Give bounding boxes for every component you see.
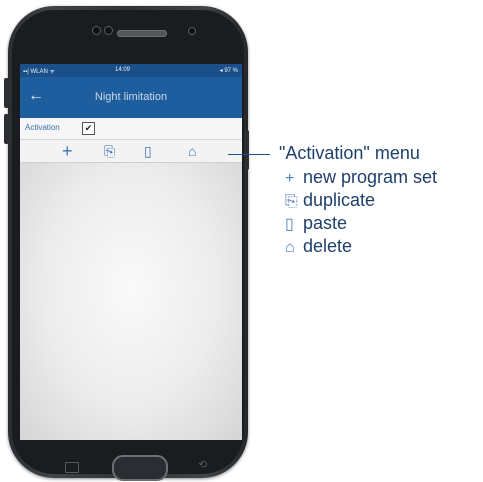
- status-bar: ▪▪| WLAN ᯤ 14:09 ◂ 97 %: [20, 64, 242, 77]
- activation-menu-toolbar: + ⎘ ▯ ⌂: [20, 140, 242, 163]
- recent-apps-icon[interactable]: [65, 462, 79, 473]
- duplicate-icon: ⎘: [285, 193, 298, 210]
- phone-screen: ▪▪| WLAN ᯤ 14:09 ◂ 97 % ← Night limitati…: [20, 64, 242, 440]
- front-camera: [104, 26, 113, 35]
- earpiece-speaker: [117, 30, 167, 37]
- paste-icon[interactable]: ▯: [144, 142, 152, 160]
- back-nav-icon[interactable]: ⟲: [198, 458, 207, 471]
- delete-icon: ⌂: [285, 239, 295, 256]
- duplicate-icon[interactable]: ⎘: [104, 142, 115, 160]
- legend-item-label: new program set: [303, 167, 438, 187]
- front-sensor: [92, 26, 101, 35]
- legend-item-delete: ⌂ delete: [285, 236, 352, 257]
- app-header: ← Night limitation: [20, 77, 242, 118]
- legend-item-paste: ▯ paste: [285, 213, 347, 234]
- activation-row: Activation ✔: [20, 118, 242, 140]
- plus-icon: +: [285, 170, 295, 187]
- volume-down-button: [4, 114, 9, 144]
- content-area: [20, 163, 242, 440]
- legend-item-new-program-set: + new program set: [285, 167, 437, 188]
- activation-checkbox[interactable]: ✔: [82, 122, 95, 135]
- power-button: [244, 130, 249, 170]
- proximity-sensor: [188, 27, 196, 35]
- clock: 14:09: [115, 67, 131, 73]
- battery-indicator: ◂ 97 %: [219, 68, 238, 74]
- plus-icon[interactable]: +: [62, 142, 73, 160]
- legend-item-label: delete: [303, 236, 353, 256]
- page-title: Night limitation: [94, 91, 168, 103]
- legend-item-duplicate: ⎘ duplicate: [285, 190, 375, 211]
- delete-icon[interactable]: ⌂: [188, 142, 196, 160]
- paste-icon: ▯: [285, 216, 294, 233]
- volume-up-button: [4, 78, 9, 108]
- legend-item-label: duplicate: [303, 190, 376, 210]
- signal-wlan-indicator: ▪▪| WLAN ᯤ: [23, 69, 55, 75]
- activation-label: Activation: [25, 123, 60, 132]
- legend-title: "Activation" menu: [279, 143, 420, 163]
- callout-line: [228, 154, 270, 155]
- home-button[interactable]: [112, 455, 168, 481]
- legend-item-label: paste: [303, 213, 348, 233]
